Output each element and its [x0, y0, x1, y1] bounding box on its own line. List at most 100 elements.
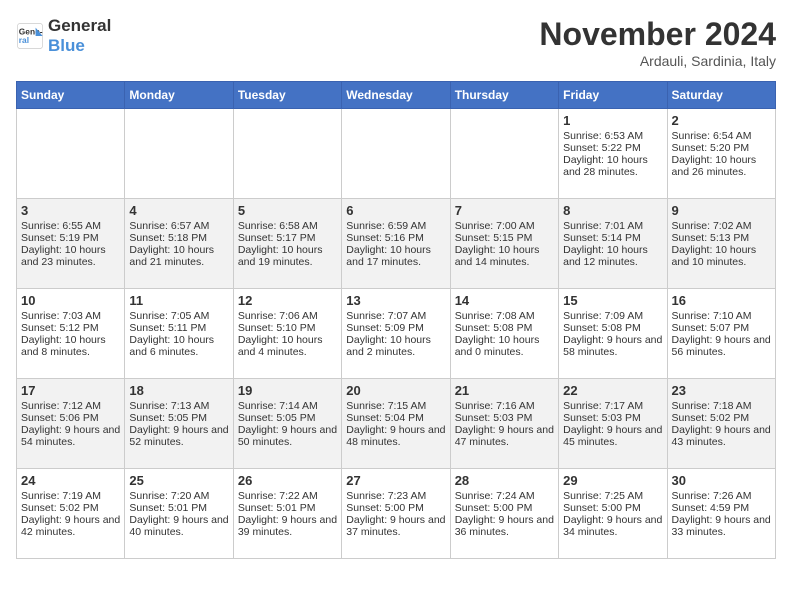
cell-info: Sunset: 5:00 PM	[563, 502, 662, 514]
calendar-cell	[17, 109, 125, 199]
cell-info: Sunrise: 7:16 AM	[455, 400, 554, 412]
calendar-cell: 29Sunrise: 7:25 AMSunset: 5:00 PMDayligh…	[559, 469, 667, 559]
day-number: 1	[563, 113, 662, 128]
cell-info: Sunset: 5:02 PM	[672, 412, 771, 424]
day-number: 2	[672, 113, 771, 128]
cell-info: Daylight: 9 hours and 36 minutes.	[455, 514, 554, 538]
day-number: 5	[238, 203, 337, 218]
cell-info: Sunset: 5:04 PM	[346, 412, 445, 424]
cell-info: Sunset: 5:22 PM	[563, 142, 662, 154]
cell-info: Daylight: 9 hours and 54 minutes.	[21, 424, 120, 448]
cell-info: Sunset: 5:03 PM	[563, 412, 662, 424]
cell-info: Daylight: 10 hours and 12 minutes.	[563, 244, 662, 268]
cell-info: Daylight: 9 hours and 42 minutes.	[21, 514, 120, 538]
cell-info: Sunrise: 7:07 AM	[346, 310, 445, 322]
cell-info: Daylight: 9 hours and 39 minutes.	[238, 514, 337, 538]
day-number: 30	[672, 473, 771, 488]
week-row-2: 3Sunrise: 6:55 AMSunset: 5:19 PMDaylight…	[17, 199, 776, 289]
cell-info: Sunrise: 7:10 AM	[672, 310, 771, 322]
title-area: November 2024 Ardauli, Sardinia, Italy	[539, 16, 776, 69]
day-number: 24	[21, 473, 120, 488]
cell-info: Sunrise: 6:55 AM	[21, 220, 120, 232]
location-subtitle: Ardauli, Sardinia, Italy	[539, 53, 776, 69]
cell-info: Sunset: 5:15 PM	[455, 232, 554, 244]
cell-info: Daylight: 9 hours and 37 minutes.	[346, 514, 445, 538]
cell-info: Sunrise: 7:26 AM	[672, 490, 771, 502]
cell-info: Sunrise: 7:05 AM	[129, 310, 228, 322]
cell-info: Daylight: 10 hours and 10 minutes.	[672, 244, 771, 268]
day-number: 9	[672, 203, 771, 218]
cell-info: Sunset: 5:00 PM	[346, 502, 445, 514]
calendar-cell: 24Sunrise: 7:19 AMSunset: 5:02 PMDayligh…	[17, 469, 125, 559]
logo-text-general: General	[48, 16, 111, 36]
calendar-header: SundayMondayTuesdayWednesdayThursdayFrid…	[17, 82, 776, 109]
cell-info: Sunset: 5:12 PM	[21, 322, 120, 334]
day-number: 20	[346, 383, 445, 398]
day-number: 29	[563, 473, 662, 488]
day-number: 21	[455, 383, 554, 398]
calendar-cell: 2Sunrise: 6:54 AMSunset: 5:20 PMDaylight…	[667, 109, 775, 199]
day-number: 18	[129, 383, 228, 398]
cell-info: Daylight: 10 hours and 26 minutes.	[672, 154, 771, 178]
calendar-cell: 10Sunrise: 7:03 AMSunset: 5:12 PMDayligh…	[17, 289, 125, 379]
cell-info: Daylight: 10 hours and 8 minutes.	[21, 334, 120, 358]
calendar-cell: 4Sunrise: 6:57 AMSunset: 5:18 PMDaylight…	[125, 199, 233, 289]
cell-info: Sunset: 5:17 PM	[238, 232, 337, 244]
calendar-cell: 30Sunrise: 7:26 AMSunset: 4:59 PMDayligh…	[667, 469, 775, 559]
day-number: 23	[672, 383, 771, 398]
calendar-table: SundayMondayTuesdayWednesdayThursdayFrid…	[16, 81, 776, 559]
calendar-cell: 1Sunrise: 6:53 AMSunset: 5:22 PMDaylight…	[559, 109, 667, 199]
day-number: 4	[129, 203, 228, 218]
cell-info: Sunrise: 7:23 AM	[346, 490, 445, 502]
cell-info: Sunrise: 7:13 AM	[129, 400, 228, 412]
day-number: 22	[563, 383, 662, 398]
day-number: 7	[455, 203, 554, 218]
calendar-cell: 3Sunrise: 6:55 AMSunset: 5:19 PMDaylight…	[17, 199, 125, 289]
calendar-cell: 13Sunrise: 7:07 AMSunset: 5:09 PMDayligh…	[342, 289, 450, 379]
calendar-cell	[342, 109, 450, 199]
cell-info: Sunrise: 7:15 AM	[346, 400, 445, 412]
logo: Gene- ral General Blue	[16, 16, 111, 55]
calendar-cell: 17Sunrise: 7:12 AMSunset: 5:06 PMDayligh…	[17, 379, 125, 469]
cell-info: Sunrise: 7:12 AM	[21, 400, 120, 412]
calendar-cell	[450, 109, 558, 199]
header-monday: Monday	[125, 82, 233, 109]
calendar-cell: 16Sunrise: 7:10 AMSunset: 5:07 PMDayligh…	[667, 289, 775, 379]
calendar-cell: 27Sunrise: 7:23 AMSunset: 5:00 PMDayligh…	[342, 469, 450, 559]
day-number: 26	[238, 473, 337, 488]
cell-info: Daylight: 10 hours and 17 minutes.	[346, 244, 445, 268]
day-number: 12	[238, 293, 337, 308]
cell-info: Daylight: 10 hours and 23 minutes.	[21, 244, 120, 268]
calendar-cell: 14Sunrise: 7:08 AMSunset: 5:08 PMDayligh…	[450, 289, 558, 379]
cell-info: Sunset: 5:10 PM	[238, 322, 337, 334]
cell-info: Sunset: 5:16 PM	[346, 232, 445, 244]
cell-info: Sunset: 5:11 PM	[129, 322, 228, 334]
calendar-cell: 12 Sunrise: 7:06 AMSunset: 5:10 PMDayligh…	[233, 289, 341, 379]
header-sunday: Sunday	[17, 82, 125, 109]
cell-info: Daylight: 10 hours and 6 minutes.	[129, 334, 228, 358]
day-number: 28	[455, 473, 554, 488]
day-number: 10	[21, 293, 120, 308]
cell-info: Daylight: 10 hours and 2 minutes.	[346, 334, 445, 358]
calendar-cell: 28Sunrise: 7:24 AMSunset: 5:00 PMDayligh…	[450, 469, 558, 559]
day-number: 6	[346, 203, 445, 218]
calendar-cell: 25Sunrise: 7:20 AMSunset: 5:01 PMDayligh…	[125, 469, 233, 559]
calendar-cell: 7Sunrise: 7:00 AMSunset: 5:15 PMDaylight…	[450, 199, 558, 289]
cell-info: Daylight: 9 hours and 58 minutes.	[563, 334, 662, 358]
cell-info: Daylight: 9 hours and 33 minutes.	[672, 514, 771, 538]
svg-text:ral: ral	[19, 35, 29, 45]
day-number: 11	[129, 293, 228, 308]
cell-info: Sunset: 5:00 PM	[455, 502, 554, 514]
cell-info: Sunrise: 7:25 AM	[563, 490, 662, 502]
cell-info: Sunset: 5:13 PM	[672, 232, 771, 244]
logo-icon: Gene- ral	[16, 22, 44, 50]
cell-info: Sunrise: 6:54 AM	[672, 130, 771, 142]
cell-info: Daylight: 10 hours and 14 minutes.	[455, 244, 554, 268]
cell-info: Sunrise: 7:06 AM	[238, 310, 337, 322]
cell-info: Sunrise: 7:20 AM	[129, 490, 228, 502]
cell-info: Sunset: 5:14 PM	[563, 232, 662, 244]
cell-info: Daylight: 10 hours and 21 minutes.	[129, 244, 228, 268]
cell-info: Sunset: 5:03 PM	[455, 412, 554, 424]
cell-info: Daylight: 10 hours and 4 minutes.	[238, 334, 337, 358]
logo-text-blue: Blue	[48, 36, 111, 56]
